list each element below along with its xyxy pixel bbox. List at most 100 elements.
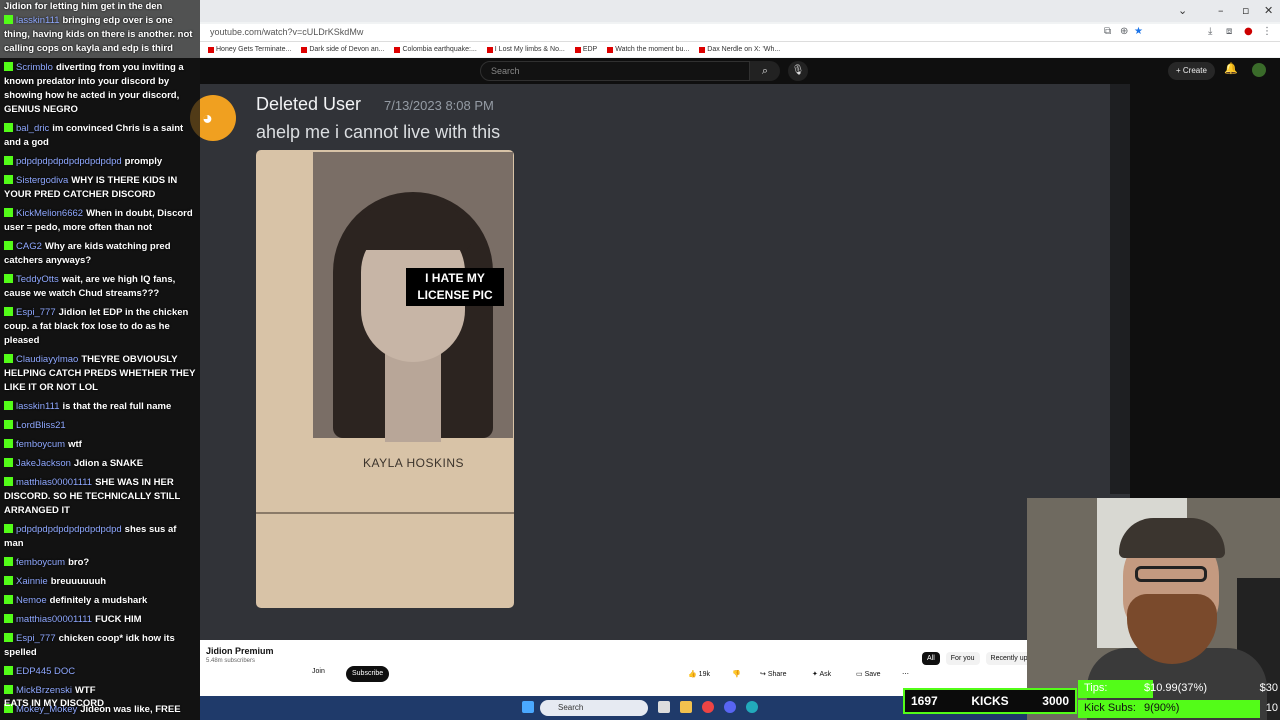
search-input[interactable]: Search (480, 61, 750, 81)
chat-username[interactable]: bal_dric (16, 123, 49, 134)
tips-goal: $30 (1259, 682, 1278, 694)
app-icon[interactable] (746, 701, 758, 713)
bookmark-item[interactable]: I Lost My limbs & No... (486, 42, 565, 57)
chat-username[interactable]: femboycum (16, 439, 65, 450)
license-photo: I HATE MY LICENSE PIC KAYLA HOSKINS (256, 150, 514, 608)
chat-username[interactable]: femboycum (16, 557, 65, 568)
chat-message: TeddyOtts wait, are we high IQ fans, caus… (4, 273, 196, 301)
filter-chips: All For you Recently up (922, 652, 1033, 665)
stream-chat: Jidion for letting him get in the den la… (0, 0, 200, 720)
chat-message: matthias00001111 SHE WAS IN HER DISCORD. … (4, 476, 196, 518)
chat-message: KickMelion6662 When in doubt, Discord use… (4, 207, 196, 235)
bookmark-item[interactable]: Dax Nerdle on X: 'Wh... (699, 42, 780, 57)
kick-badge-icon (4, 666, 13, 675)
bookmark-item[interactable]: Watch the moment bu... (607, 42, 689, 57)
bookmark-favicon-icon (394, 46, 401, 53)
maximize-icon[interactable]: ▫ (1242, 4, 1249, 17)
chat-username[interactable]: JakeJackson (16, 458, 71, 469)
ask-label: Ask (819, 671, 832, 678)
kick-badge-icon (4, 307, 13, 316)
extensions-icon[interactable]: ⧈ (1226, 26, 1232, 37)
chat-message: Claudiayylmao THEYRE OBVIOUSLY HELPING CA… (4, 353, 196, 395)
kick-badge-icon (4, 633, 13, 642)
chat-username[interactable]: TeddyOtts (16, 274, 59, 285)
bookmark-item[interactable]: Honey Gets Terminate... (208, 42, 291, 57)
bookmark-favicon-icon (699, 46, 706, 53)
chip-all[interactable]: All (922, 652, 940, 665)
search-button[interactable]: ⌕ (750, 61, 780, 81)
chat-username[interactable]: pdpdpdpdpdpdpdpdpdpd (16, 524, 122, 535)
bookmark-label: Watch the moment bu... (615, 46, 690, 53)
discord-icon[interactable] (724, 701, 736, 713)
chip-for-you[interactable]: For you (945, 652, 980, 665)
chip-recently-uploaded[interactable]: Recently up (985, 652, 1033, 665)
chat-username[interactable]: lasskin111 (16, 401, 59, 412)
close-icon[interactable]: ✕ (1264, 4, 1273, 17)
taskbar-search[interactable]: Search (540, 700, 648, 716)
ask-button[interactable]: ✦ Ask (812, 668, 831, 682)
tips-value: $10.99(37%) (1144, 682, 1207, 694)
bookmark-favicon-icon (574, 46, 581, 53)
bookmark-item[interactable]: Dark side of Devon an... (301, 42, 384, 57)
address-bar[interactable]: youtube.com/watch?v=cULDrKSkdMw (200, 24, 1280, 42)
profile-icon[interactable]: ● (1244, 26, 1253, 37)
star-icon[interactable]: ★ (1134, 26, 1143, 37)
kick-badge-icon (4, 439, 13, 448)
minimize-icon[interactable]: – (1218, 4, 1224, 17)
menu-icon[interactable]: ⋮ (1262, 26, 1272, 37)
subs-value: 9(90%) (1144, 702, 1180, 714)
url-text[interactable]: youtube.com/watch?v=cULDrKSkdMw (210, 27, 363, 37)
chat-message: Xainnie breuuuuuuh (4, 575, 196, 589)
chat-username[interactable]: CAG2 (16, 241, 42, 252)
kick-badge-icon (4, 15, 13, 24)
bookmark-item[interactable]: Colombia earthquake:... (394, 42, 477, 57)
chat-username[interactable]: EDP445 DOC (16, 666, 75, 677)
bookmark-item[interactable]: EDP (574, 42, 597, 57)
chat-username[interactable]: Espi_777 (16, 633, 56, 644)
chevron-down-icon[interactable]: ⌄ (1178, 4, 1187, 17)
join-button[interactable]: Join (312, 668, 325, 675)
chat-username[interactable]: matthias00001111 (16, 477, 92, 488)
microphone-button[interactable]: 🎙 (788, 61, 808, 81)
chat-username[interactable]: Scrimblo (16, 62, 53, 73)
goals-overlay: Tips: $10.99(37%) $30 Kick Subs: 9(90%) … (1078, 680, 1280, 720)
zoom-icon[interactable]: ⊕ (1120, 26, 1128, 37)
bell-icon[interactable]: 🔔 (1224, 62, 1238, 75)
chat-username[interactable]: Claudiayylmao (16, 354, 78, 365)
chat-username[interactable]: Sistergodiva (16, 175, 68, 186)
file-explorer-icon[interactable] (680, 701, 692, 713)
chat-username[interactable]: Xainnie (16, 576, 48, 587)
save-label: Save (864, 671, 881, 678)
share-button[interactable]: ↪ Share (760, 668, 787, 682)
chat-username[interactable]: matthias00001111 (16, 614, 92, 625)
cam-hat (1119, 518, 1225, 558)
share-icon: ↪ (760, 671, 768, 678)
like-button[interactable]: 👍 19k (688, 668, 710, 682)
save-button[interactable]: ▭ Save (856, 668, 881, 682)
chat-username[interactable]: KickMelion6662 (16, 208, 83, 219)
more-button[interactable]: ⋯ (902, 668, 909, 682)
chat-username[interactable]: Espi_777 (16, 307, 56, 318)
subscribe-button[interactable]: Subscribe (346, 666, 390, 682)
tab-icon[interactable]: ⧉ (1104, 26, 1111, 37)
kick-badge-icon (4, 576, 13, 585)
chat-text: wtf (68, 439, 82, 450)
windows-start-icon[interactable] (522, 701, 534, 713)
dislike-button[interactable]: 👎 (732, 668, 741, 682)
chat-username[interactable]: Nemoe (16, 595, 47, 606)
create-button[interactable]: + Create (1168, 62, 1215, 80)
chat-list: lasskin111 bringing edp over is one thing… (4, 14, 196, 717)
task-view-icon[interactable] (658, 701, 670, 713)
chat-username[interactable]: pdpdpdpdpdpdpdpdpdpd (16, 156, 122, 167)
download-icon[interactable]: ⤓ (1208, 26, 1212, 37)
bookmark-favicon-icon (486, 46, 493, 53)
chat-username[interactable]: lasskin111 (16, 15, 59, 26)
channel-title[interactable]: Jidion Premium (206, 646, 274, 656)
chat-username[interactable]: LordBliss21 (16, 420, 66, 431)
chat-username[interactable]: MickBrzenski (16, 685, 72, 696)
bookmarks-bar: Honey Gets Terminate... Dark side of Devo… (200, 42, 1280, 57)
kick-badge-icon (4, 614, 13, 623)
avatar[interactable] (1252, 63, 1266, 77)
chrome-icon[interactable] (702, 701, 714, 713)
card-name: KAYLA HOSKINS (363, 456, 464, 470)
